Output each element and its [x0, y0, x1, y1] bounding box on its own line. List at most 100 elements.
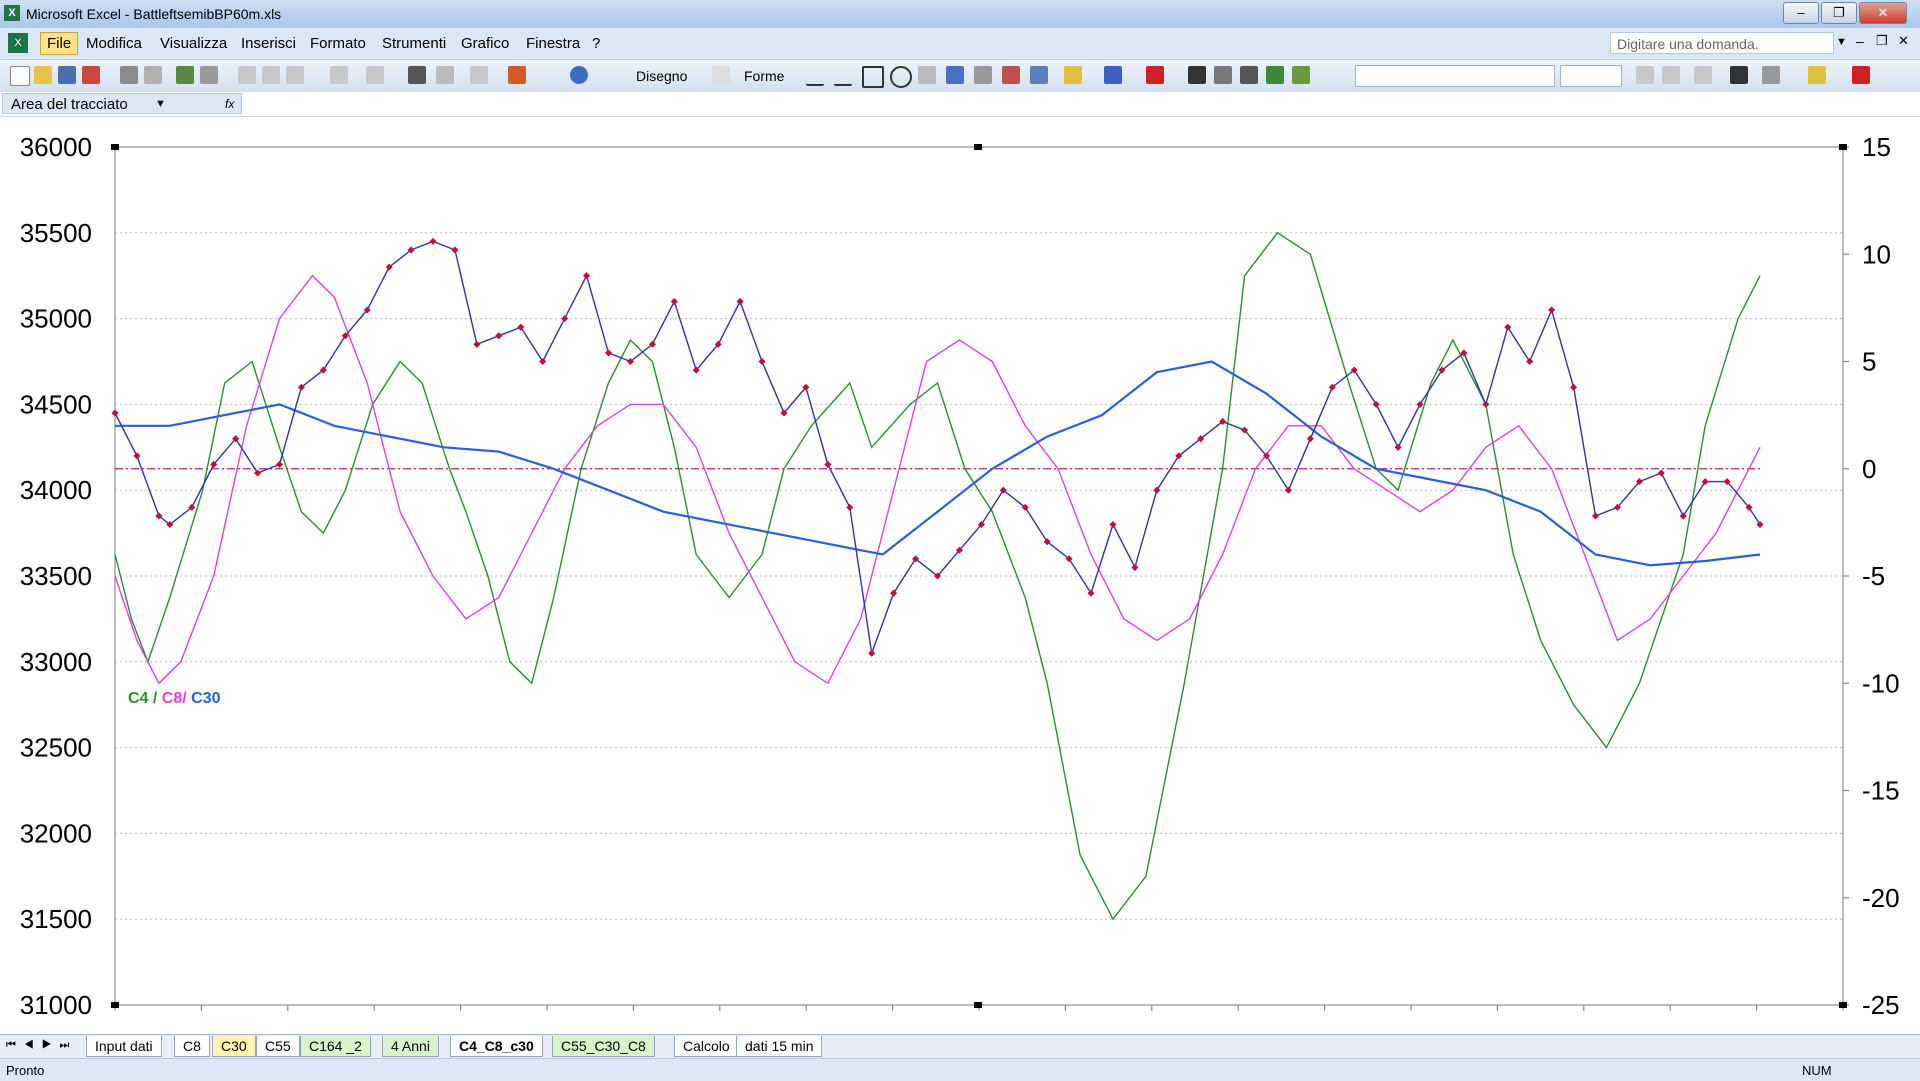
help-icon[interactable]	[570, 66, 588, 84]
menu-visualizza[interactable]: Visualizza	[160, 35, 227, 52]
menu-bar: X File Modifica Visualizza Inserisci For…	[0, 28, 1920, 60]
textbox-icon[interactable]	[918, 66, 936, 84]
right-tick-label: -15	[1862, 776, 1900, 806]
price-marker	[1087, 589, 1095, 597]
oval-icon[interactable]	[890, 66, 912, 88]
redo-icon[interactable]	[366, 66, 384, 84]
series-line	[115, 360, 1761, 567]
copy-icon[interactable]	[262, 66, 280, 84]
price-marker	[1372, 400, 1380, 408]
ask-dropdown-icon[interactable]: ▼	[1836, 36, 1847, 48]
left-tick-label: 32000	[20, 818, 92, 848]
name-box[interactable]: Area del tracciato ▼ fx	[2, 93, 242, 114]
select-objects-icon[interactable]	[712, 66, 730, 84]
workbook-icon[interactable]: X	[8, 33, 28, 53]
price-marker	[1394, 443, 1402, 451]
left-tick-label: 34000	[20, 475, 92, 505]
price-marker	[1306, 435, 1314, 443]
price-marker	[1482, 400, 1490, 408]
menu-inserisci[interactable]: Inserisci	[241, 35, 296, 52]
right-tick-label: -5	[1862, 561, 1885, 591]
menu-finestra[interactable]: Finestra	[526, 35, 580, 52]
sheet-tab[interactable]: C8	[174, 1036, 210, 1057]
font-color-icon[interactable]	[1146, 66, 1164, 84]
ask-question-field[interactable]: Digitare una domanda.	[1610, 32, 1834, 54]
3d-icon[interactable]	[1292, 66, 1310, 84]
spelling-icon[interactable]	[176, 66, 194, 84]
clipart-icon[interactable]	[1002, 66, 1020, 84]
picture-icon[interactable]	[1030, 66, 1048, 84]
sheet-tab[interactable]: Input dati	[86, 1036, 162, 1057]
chart-wizard-icon[interactable]	[508, 66, 526, 84]
save-icon[interactable]	[58, 66, 76, 84]
font-color-2-icon[interactable]	[1852, 66, 1870, 84]
sheet-tab[interactable]: C55_C30_C8	[552, 1036, 655, 1057]
restore-button[interactable]: ❐	[1821, 2, 1857, 24]
price-marker	[890, 589, 898, 597]
print-preview-icon[interactable]	[144, 66, 162, 84]
new-icon[interactable]	[10, 66, 30, 86]
name-box-dropdown-icon[interactable]: ▼	[155, 94, 166, 115]
print-icon[interactable]	[120, 66, 138, 84]
italic-icon[interactable]	[1662, 66, 1680, 84]
bold-icon[interactable]	[1636, 66, 1654, 84]
research-icon[interactable]	[200, 66, 218, 84]
sheet-tab[interactable]: C55	[256, 1036, 300, 1057]
borders-icon[interactable]	[1762, 66, 1780, 84]
right-tick-label: -25	[1862, 990, 1900, 1020]
sheet-tab[interactable]: dati 15 min	[736, 1036, 823, 1057]
tab-scroll-icon[interactable]: ⏮◀▶⏭	[6, 1039, 77, 1052]
sort-icon[interactable]	[470, 66, 488, 84]
undo-icon[interactable]	[330, 66, 348, 84]
line-color-icon[interactable]	[1104, 66, 1122, 84]
menu-help[interactable]: ?	[592, 35, 600, 52]
cut-icon[interactable]	[238, 66, 256, 84]
line-style-icon[interactable]	[1188, 66, 1206, 84]
doc-close-icon[interactable]: ✕	[1898, 33, 1909, 49]
menu-modifica[interactable]: Modifica	[86, 35, 142, 52]
price-marker	[824, 460, 832, 468]
draw-menu[interactable]: Disegno	[636, 68, 687, 84]
doc-restore-icon[interactable]: ❐	[1876, 33, 1888, 49]
fill-color-icon[interactable]	[1064, 66, 1082, 84]
sheet-tab[interactable]: Calcolo	[674, 1036, 739, 1057]
sheet-tab[interactable]: 4 Anni	[382, 1036, 439, 1057]
minimize-button[interactable]: –	[1783, 2, 1819, 24]
autosum-icon[interactable]	[436, 66, 454, 84]
menu-formato[interactable]: Formato	[310, 35, 366, 52]
dash-style-icon[interactable]	[1214, 66, 1232, 84]
price-marker	[1756, 520, 1764, 529]
wordart-icon[interactable]	[946, 66, 964, 84]
legend-sep1: /	[148, 690, 161, 707]
toolbar: Disegno Forme	[0, 60, 1920, 93]
euro-icon[interactable]	[1730, 66, 1748, 84]
close-button[interactable]: ✕	[1859, 2, 1907, 24]
paste-icon[interactable]	[286, 66, 304, 84]
arrow-style-icon[interactable]	[1240, 66, 1258, 84]
permission-icon[interactable]	[82, 66, 100, 84]
rectangle-icon[interactable]	[862, 66, 884, 88]
chart-canvas[interactable]: 31000 31500 32000 32500 33000 33500 34000 34500…	[0, 117, 1920, 1034]
sheet-tab[interactable]: C4_C8_c30	[450, 1036, 543, 1057]
open-icon[interactable]	[34, 66, 52, 84]
sheet-tab[interactable]: C30	[212, 1036, 256, 1057]
font-size-combo[interactable]	[1560, 65, 1622, 87]
left-tick-label: 31000	[20, 990, 92, 1020]
menu-file[interactable]: File	[40, 32, 79, 55]
fill-color-2-icon[interactable]	[1808, 66, 1826, 84]
menu-grafico[interactable]: Grafico	[461, 35, 509, 52]
arrow-icon[interactable]	[834, 66, 852, 86]
menu-strumenti[interactable]: Strumenti	[382, 35, 446, 52]
left-tick-label: 35000	[20, 304, 92, 334]
doc-minimize-icon[interactable]: –	[1856, 33, 1864, 49]
hyperlink-icon[interactable]	[408, 66, 426, 84]
autoshapes-menu[interactable]: Forme	[744, 68, 784, 84]
diagram-icon[interactable]	[974, 66, 992, 84]
fx-icon[interactable]: fx	[225, 94, 234, 115]
shadow-icon[interactable]	[1266, 66, 1284, 84]
chart-area[interactable]: 31000 31500 32000 32500 33000 33500 34000 34500…	[0, 117, 1920, 1034]
sheet-tab[interactable]: C164 _2	[300, 1036, 371, 1057]
line-icon[interactable]	[806, 66, 824, 86]
align-icon[interactable]	[1694, 66, 1712, 84]
font-name-combo[interactable]	[1355, 65, 1555, 87]
